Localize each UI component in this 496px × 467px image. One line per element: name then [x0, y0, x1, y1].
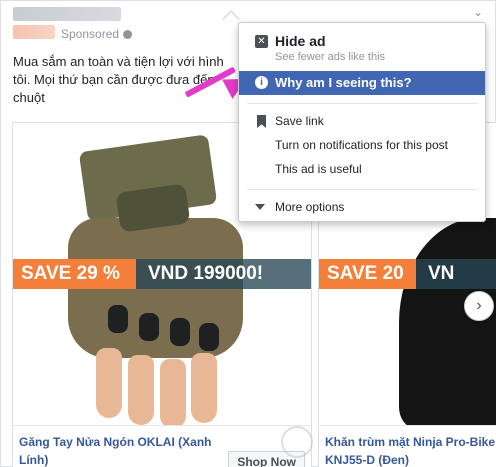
- caret-down-icon: [255, 204, 265, 210]
- glove-knuckle: [108, 305, 128, 333]
- glove-knuckle: [199, 323, 219, 351]
- balaclava-image: [399, 218, 496, 428]
- finger: [191, 353, 217, 423]
- card-caption[interactable]: Găng Tay Nửa Ngón OKLAI (Xanh Lính) Shop…: [13, 425, 311, 467]
- finger: [160, 359, 186, 429]
- sponsored-label[interactable]: Sponsored: [61, 27, 133, 41]
- product-title[interactable]: Găng Tay Nửa Ngón OKLAI (Xanh Lính): [19, 433, 219, 467]
- hide-ad-menu-item[interactable]: ✕ Hide ad See fewer ads like this: [239, 32, 485, 66]
- price-banner: VN: [416, 259, 496, 289]
- ad-options-menu: ✕ Hide ad See fewer ads like this i Why …: [238, 22, 486, 222]
- info-icon: i: [255, 76, 268, 89]
- finger: [128, 355, 154, 425]
- chevron-down-icon[interactable]: ⌄: [473, 5, 483, 19]
- card-caption[interactable]: Khăn trùm mặt Ninja Pro-Bike KNJ55-D (Đe…: [319, 425, 496, 467]
- why-am-i-seeing-this-menu-item[interactable]: i Why am I seeing this?: [239, 71, 485, 95]
- menu-divider: [247, 189, 477, 190]
- bookmark-icon: [257, 115, 266, 128]
- discount-banner: SAVE 20 %: [319, 259, 416, 314]
- glove-knuckle: [170, 318, 190, 346]
- menu-divider: [247, 103, 477, 104]
- product-title[interactable]: Khăn trùm mặt Ninja Pro-Bike KNJ55-D (Đe…: [325, 433, 496, 467]
- ad-useful-menu-item[interactable]: This ad is useful: [239, 161, 485, 177]
- chevron-right-icon[interactable]: ›: [464, 291, 494, 321]
- price-banner: VND 199000!: [136, 259, 311, 289]
- page-avatar-blurred: [13, 25, 55, 39]
- save-link-menu-item[interactable]: Save link: [239, 113, 485, 129]
- more-options-menu-item[interactable]: More options: [239, 199, 485, 215]
- globe-icon: [123, 30, 133, 39]
- close-box-icon: ✕: [255, 35, 268, 48]
- finger: [96, 348, 122, 418]
- discount-banner: SAVE 29 %: [13, 259, 136, 289]
- watermark-logo: [281, 426, 313, 458]
- notifications-menu-item[interactable]: Turn on notifications for this post: [239, 137, 485, 153]
- glove-knuckle: [139, 313, 159, 341]
- page-name-blurred[interactable]: [13, 7, 121, 21]
